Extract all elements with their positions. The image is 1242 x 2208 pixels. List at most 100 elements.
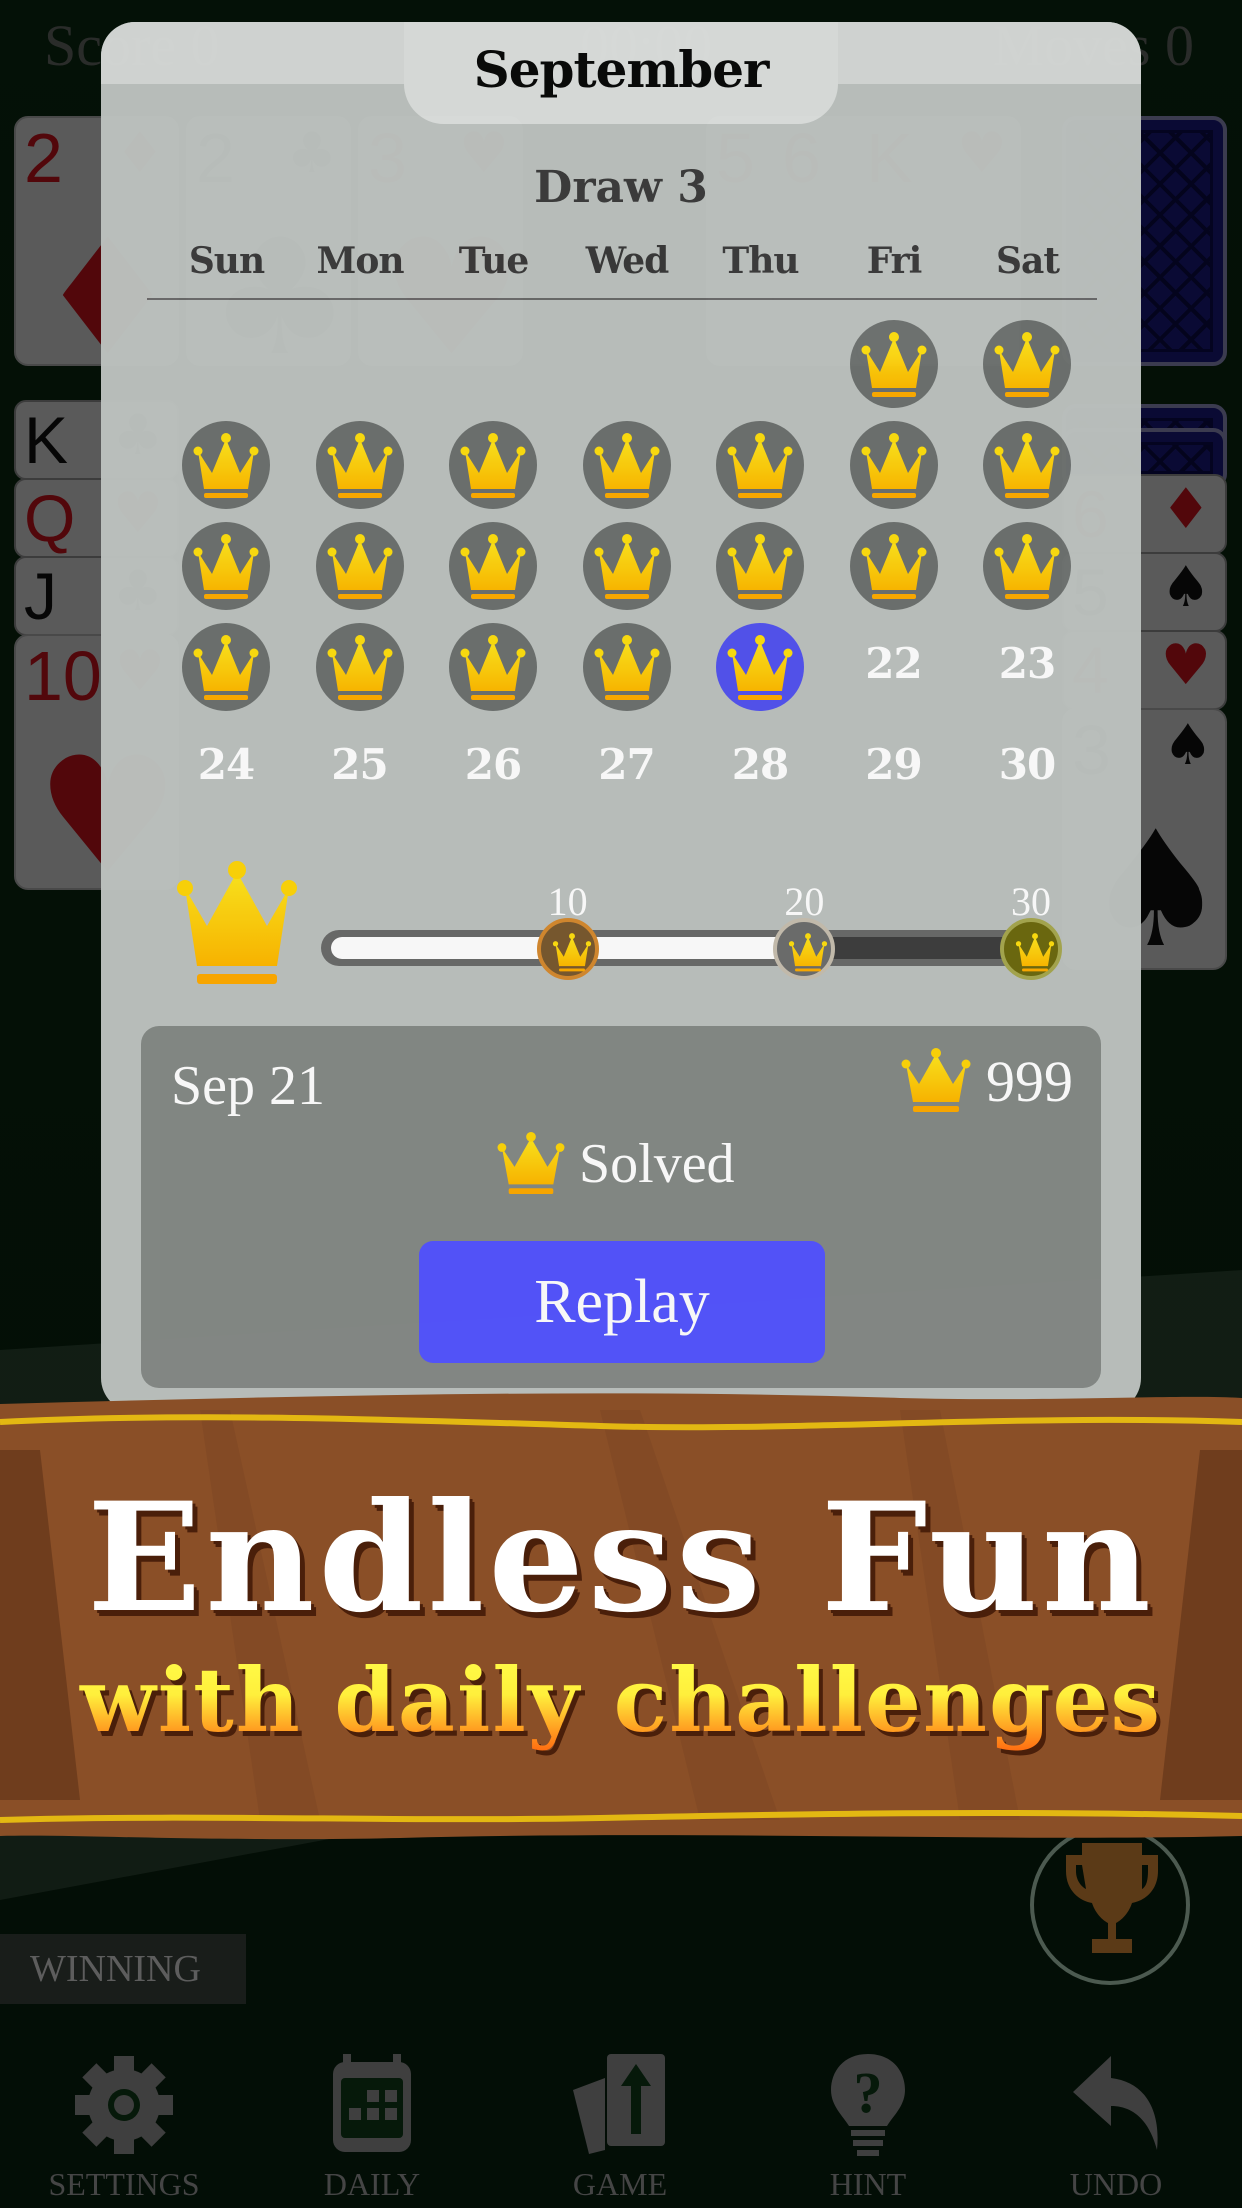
calendar-day-solved[interactable] <box>983 522 1071 610</box>
calendar-day-solved[interactable] <box>983 421 1071 509</box>
progress-track-inner <box>331 937 1041 959</box>
calendar-icon <box>333 2054 411 2152</box>
calendar-day-solved[interactable] <box>849 320 938 408</box>
crown-icon <box>594 534 659 599</box>
milestone-silver-badge <box>773 918 836 980</box>
calendar-day-solved[interactable] <box>315 421 404 509</box>
month-title: September <box>473 40 770 99</box>
weekday-mon: Mon <box>316 240 404 282</box>
game-label: GAME <box>572 2166 668 2202</box>
settings-button[interactable]: SETTINGS <box>24 2040 224 2208</box>
crown-icon <box>193 534 259 599</box>
calendar-day-solved[interactable] <box>315 522 404 610</box>
calendar-day-solved[interactable] <box>716 522 804 610</box>
calendar-day[interactable]: 28 <box>710 740 810 789</box>
cards-icon <box>573 2054 665 2154</box>
bottom-toolbar: SETTINGS DAILY GAME ? HINT UNDO <box>0 2040 1242 2208</box>
calendar-day-solved[interactable] <box>849 421 938 509</box>
calendar-day[interactable]: 27 <box>577 740 677 789</box>
winning-label: WINNING <box>0 1934 246 2004</box>
crown-icon <box>727 635 793 700</box>
calendar-day[interactable]: 24 <box>176 740 276 789</box>
weekday-thu: Thu <box>722 240 799 282</box>
settings-label: SETTINGS <box>48 2166 200 2202</box>
calendar-day-solved[interactable] <box>716 421 804 509</box>
crown-icon <box>994 332 1060 397</box>
crown-icon <box>460 534 526 599</box>
weekday-tue: Tue <box>458 240 530 282</box>
calendar-day-solved[interactable] <box>582 522 671 610</box>
crown-icon <box>727 433 793 498</box>
crown-icon <box>327 534 392 599</box>
crown-icon <box>327 433 392 498</box>
crown-icon <box>861 332 926 397</box>
crown-icon <box>460 635 526 700</box>
crown-icon <box>594 433 659 498</box>
replay-button[interactable]: Replay <box>419 1241 825 1363</box>
crown-icon <box>594 635 659 700</box>
lightbulb-icon: ? <box>831 2054 905 2156</box>
calendar-day-solved[interactable] <box>182 522 270 610</box>
progress-track <box>321 930 1051 966</box>
weekday-divider <box>147 298 1097 300</box>
crown-icon <box>861 534 926 599</box>
calendar-day-solved[interactable] <box>582 623 671 711</box>
crown-icon <box>789 933 828 972</box>
undo-button[interactable]: UNDO <box>1016 2040 1216 2208</box>
calendar-day[interactable]: 25 <box>310 740 410 789</box>
crown-icon <box>901 1048 971 1112</box>
weekday-sun: Sun <box>188 240 265 282</box>
calendar-day-solved[interactable] <box>449 623 537 711</box>
calendar-day-solved[interactable] <box>983 320 1071 408</box>
crown-icon <box>552 933 591 972</box>
milestone-bronze-badge <box>536 918 599 980</box>
daily-button[interactable]: DAILY <box>272 2040 472 2208</box>
svg-text:?: ? <box>854 2060 883 2125</box>
banner-subtitle: with daily challenges <box>0 1648 1242 1752</box>
crown-icon <box>994 534 1060 599</box>
promo-banner: Endless Fun with daily challenges <box>0 1390 1242 1850</box>
crown-icon <box>193 635 259 700</box>
calendar-day-solved[interactable] <box>449 421 537 509</box>
calendar-day[interactable]: 30 <box>977 740 1077 789</box>
weekday-wed: Wed <box>585 240 670 282</box>
calendar-day-solved[interactable] <box>182 623 270 711</box>
crown-icon <box>327 635 392 700</box>
crown-icon <box>861 433 926 498</box>
calendar-day-solved[interactable] <box>182 421 270 509</box>
milestone-gold-badge <box>1000 918 1062 980</box>
crown-icon <box>497 1132 565 1195</box>
crown-icon <box>460 433 526 498</box>
calendar-day[interactable]: 22 <box>844 639 944 688</box>
crown-icon <box>994 433 1060 498</box>
banner-title: Endless Fun <box>87 1470 1155 1646</box>
calendar-day-solved[interactable] <box>582 421 671 509</box>
calendar-day-solved[interactable] <box>449 522 537 610</box>
calendar-day[interactable]: 26 <box>443 740 543 789</box>
selected-date: Sep 21 <box>171 1055 325 1117</box>
hint-button[interactable]: ? HINT <box>768 2040 968 2208</box>
month-tab: September <box>404 22 838 124</box>
calendar-day-solved[interactable] <box>849 522 938 610</box>
crown-icon <box>727 534 793 599</box>
calendar-day[interactable]: 29 <box>844 740 944 789</box>
undo-label: UNDO <box>1069 2166 1163 2202</box>
day-detail-panel: Sep 21 999 Solved Replay <box>141 1026 1101 1388</box>
undo-icon <box>1073 2056 1158 2150</box>
crown-icon <box>1015 933 1055 972</box>
weekday-sat: Sat <box>996 240 1060 282</box>
solved-status: Solved <box>579 1133 735 1195</box>
calendar-day-solved[interactable] <box>315 623 404 711</box>
calendar-day[interactable]: 23 <box>977 639 1077 688</box>
trophy-icon <box>1066 1843 1158 1953</box>
game-button[interactable]: GAME <box>520 2040 720 2208</box>
weekday-fri: Fri <box>866 240 923 282</box>
crown-icon <box>193 433 259 498</box>
weekday-header: Sun Mon Tue Wed Thu Fri Sat <box>101 240 1141 300</box>
calendar-day-selected[interactable] <box>716 623 804 711</box>
high-score: 999 <box>986 1049 1073 1114</box>
crown-icon <box>177 861 297 984</box>
gear-icon <box>75 2056 173 2154</box>
daily-label: DAILY <box>323 2166 421 2202</box>
daily-challenge-dialog: September Draw 3 Sun Mon Tue Wed Thu Fri Sat 2… <box>101 22 1141 1412</box>
